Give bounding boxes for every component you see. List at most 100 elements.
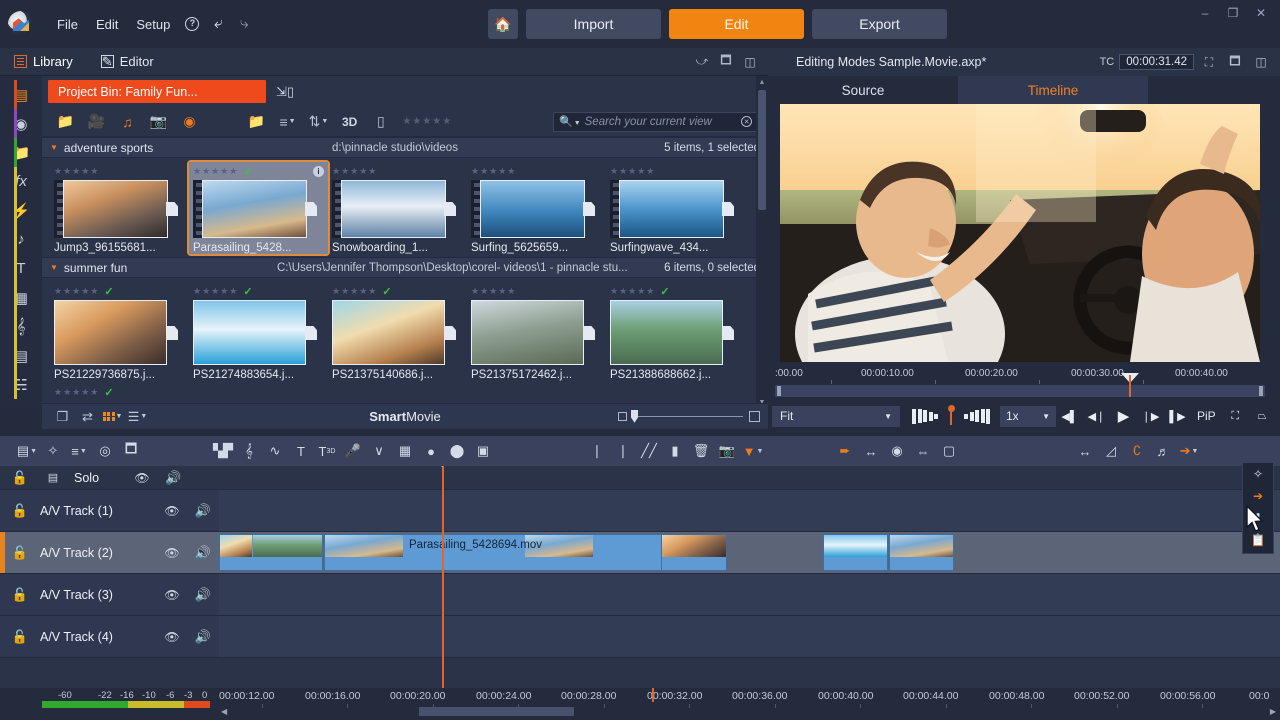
timeline-clip[interactable] — [823, 534, 888, 571]
dual-view-icon[interactable]: ◫ — [1250, 52, 1272, 72]
tab-editor[interactable]: ✎ Editor — [87, 48, 168, 76]
track-header-solo[interactable]: 🔓 ▤ Solo 👁 🔊 — [0, 466, 219, 490]
storyboard-icon[interactable]: ▦ — [392, 438, 418, 464]
home-icon[interactable]: 🏠 — [488, 9, 518, 39]
list-view-icon[interactable]: ☰▼ — [125, 407, 150, 427]
play-icon[interactable]: ▶ — [1110, 405, 1137, 427]
item-stars[interactable]: ★★★★★ — [610, 166, 655, 177]
speaker-icon[interactable]: 🔊 — [187, 545, 219, 561]
quick-export-icon[interactable]: ➔▼ — [1176, 438, 1202, 464]
fit-dropdown[interactable]: Fit▼ — [772, 406, 900, 427]
folder-view-icon[interactable]: 📁 — [241, 109, 272, 135]
track-header-av1[interactable]: 🔓 A/V Track (1) 👁 🔊 — [0, 490, 219, 532]
tag-icon[interactable]: ▯ — [365, 109, 396, 135]
timeline-clip[interactable] — [219, 534, 323, 571]
clear-icon[interactable]: ✕ — [741, 116, 752, 127]
title-3d-icon[interactable]: T3D — [314, 438, 340, 464]
lock-open-icon[interactable]: 🔓 — [0, 629, 40, 645]
item-stars[interactable]: ★★★★★ — [471, 166, 516, 177]
item-stars[interactable]: ★★★★★ — [54, 286, 99, 297]
group-collapse-icon[interactable]: ▼ — [50, 143, 58, 152]
eye-icon[interactable]: 👁 — [127, 471, 157, 485]
title-t-icon[interactable]: T — [288, 438, 314, 464]
zoom-slider-handle[interactable] — [631, 410, 638, 423]
player-ruler[interactable]: :00.00 00:00:10.00 00:00:20.00 00:00:30.… — [775, 368, 1265, 384]
scrollbar-thumb[interactable] — [758, 90, 766, 210]
fullscreen-icon[interactable]: ⛶ — [1198, 52, 1220, 72]
copy-icon[interactable]: ❐ — [50, 407, 75, 427]
minimize-icon[interactable]: – — [1192, 2, 1218, 24]
photo-icon[interactable]: 📷 — [143, 109, 174, 135]
menu-edit[interactable]: Edit — [87, 13, 127, 36]
track-lane-av3[interactable] — [219, 574, 1280, 616]
list-item[interactable]: ★★★★★ PS21375172462.j... — [467, 282, 606, 381]
skip-start-icon[interactable]: ◀▌ — [1056, 405, 1083, 427]
list-item[interactable]: ★★★★★✓ PS21375140686.j... — [328, 282, 467, 381]
transition-icon[interactable]: ∨ — [366, 438, 392, 464]
waveform-icon[interactable]: ☵ — [0, 370, 42, 399]
maximize-icon[interactable]: ❐ — [1220, 2, 1246, 24]
list-item[interactable]: ★★★★★ Snowboarding_1... — [328, 162, 467, 254]
treble-clef-icon[interactable]: 𝄞 — [0, 312, 42, 341]
image-adjust-icon[interactable]: ▣ — [470, 438, 496, 464]
magic-wand-icon[interactable]: ✧ — [40, 438, 66, 464]
item-stars[interactable]: ★★★★★ — [54, 166, 99, 177]
library-scrollbar[interactable]: ▲ ▼ — [756, 76, 768, 408]
edit-button[interactable]: Edit — [669, 9, 804, 39]
slide-icon[interactable]: ⇔ — [910, 438, 936, 464]
tab-source[interactable]: Source — [768, 76, 958, 104]
eye-icon[interactable]: 👁 — [157, 588, 187, 602]
step-forward-icon[interactable]: ❘▶ — [1137, 405, 1164, 427]
share-arrow-icon[interactable]: ⤻ — [692, 53, 712, 71]
music-note-icon[interactable]: ♪ — [0, 225, 42, 254]
clip-icon[interactable]: ▮ — [662, 438, 688, 464]
menu-file[interactable]: File — [48, 13, 87, 36]
close-icon[interactable]: ✕ — [1248, 2, 1274, 24]
list-item[interactable]: ★★★★★✓ — [50, 383, 189, 399]
export-frame-icon[interactable]: 🗖 — [118, 438, 144, 464]
fx-icon[interactable]: fx — [0, 167, 42, 196]
music-icon[interactable]: ♫ — [112, 109, 143, 135]
thumbnail-view-icon[interactable]: ▼ — [100, 407, 125, 427]
hscrollbar-thumb[interactable] — [419, 707, 574, 716]
scroll-up-icon[interactable]: ▲ — [756, 76, 768, 88]
folder-icon[interactable]: 📁 — [0, 138, 42, 167]
timecode-field[interactable]: 00:00:31.42 — [1119, 54, 1194, 70]
sort-icon[interactable]: ⇅▼ — [303, 109, 334, 135]
clear-marks-icon[interactable]: ╱╱ — [636, 438, 662, 464]
lock-open-icon[interactable]: 🔓 — [0, 470, 40, 486]
title-text-icon[interactable]: T — [0, 254, 42, 283]
mark-in-icon[interactable]: ❘ — [584, 438, 610, 464]
item-stars[interactable]: ★★★★★ — [332, 286, 377, 297]
step-back-icon[interactable]: ◀❘ — [1083, 405, 1110, 427]
snapshot-icon[interactable]: 📷 — [714, 438, 740, 464]
thumb-zoom-slider[interactable] — [618, 411, 760, 422]
scroll-right-icon[interactable]: ▶ — [1270, 707, 1276, 716]
tab-timeline[interactable]: Timeline — [958, 76, 1148, 104]
resize-icon[interactable]: ⛶ — [1222, 405, 1249, 427]
eye-icon[interactable]: 👁 — [157, 630, 187, 644]
speaker-icon[interactable]: 🔊 — [187, 503, 219, 519]
scroll-left-icon[interactable]: ◀ — [221, 707, 227, 716]
film-icon[interactable]: ◉ — [174, 109, 205, 135]
list-item[interactable]: ★★★★★ Jump3_96155681... — [50, 162, 189, 254]
eye-icon[interactable]: 👁 — [157, 504, 187, 518]
group-collapse-icon[interactable]: ▼ — [50, 263, 58, 272]
track-lane-av4[interactable] — [219, 616, 1280, 658]
speed-dropdown[interactable]: 1x▼ — [1000, 406, 1056, 427]
list-item[interactable]: ★★★★★✓i Parasailing_5428... — [189, 162, 328, 254]
export-button[interactable]: Export — [812, 9, 947, 39]
color-wheel-icon[interactable]: ● — [418, 438, 444, 464]
redo-arrow-icon[interactable]: ⤷ — [231, 12, 257, 36]
list-item[interactable]: ★★★★★ Surfing_5625659... — [467, 162, 606, 254]
import-button[interactable]: Import — [526, 9, 661, 39]
lightning-transition-icon[interactable]: ⚡ — [0, 196, 42, 225]
pip-button[interactable]: PiP — [1191, 409, 1222, 423]
timeline-clip[interactable] — [889, 534, 954, 571]
slip-icon[interactable]: ◉ — [884, 438, 910, 464]
track-header-av4[interactable]: 🔓 A/V Track (4) 👁 🔊 — [0, 616, 219, 658]
eye-icon[interactable]: 👁 — [157, 546, 187, 560]
music-clef-icon[interactable]: 𝄞 — [236, 438, 262, 464]
list-item[interactable]: ★★★★★ Surfingwave_434... — [606, 162, 745, 254]
track-header-av3[interactable]: 🔓 A/V Track (3) 👁 🔊 — [0, 574, 219, 616]
